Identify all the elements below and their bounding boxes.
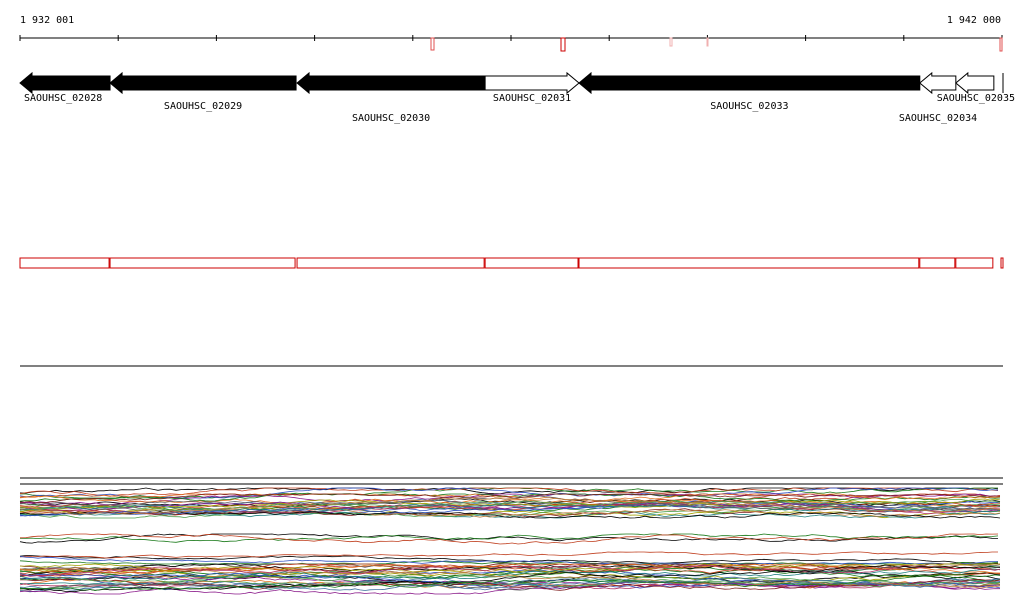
feature-outline-SAOUHSC_02033[interactable] <box>578 257 920 269</box>
gene-label-SAOUHSC_02028: SAOUHSC_02028 <box>24 93 102 104</box>
ruler-markers <box>430 37 1003 52</box>
feature-outline-SAOUHSC_02029[interactable] <box>109 257 296 269</box>
coverage-line <box>19 551 998 559</box>
feature-outline-SAOUHSC_02031[interactable] <box>484 257 579 269</box>
feature-outline-SAOUHSC_02030[interactable] <box>296 257 485 269</box>
gene-label-SAOUHSC_02033: SAOUHSC_02033 <box>710 101 788 112</box>
gene-label-SAOUHSC_02030: SAOUHSC_02030 <box>352 113 430 124</box>
gene-label-SAOUHSC_02029: SAOUHSC_02029 <box>164 101 242 112</box>
genome-browser: 1 932 001 1 942 000 SAOUHSC_02028SAOUHSC… <box>19 15 1015 595</box>
gene-label-SAOUHSC_02031: SAOUHSC_02031 <box>493 93 571 104</box>
gene-arrow-SAOUHSC_02033[interactable] <box>578 71 921 95</box>
feature-outline-edge <box>1000 257 1004 269</box>
gene-arrow-SAOUHSC_02028[interactable] <box>19 71 111 95</box>
ruler-marker <box>999 37 1003 52</box>
feature-outline-SAOUHSC_02028[interactable] <box>19 257 110 269</box>
coverage-track <box>19 477 1003 595</box>
coverage-lines <box>19 487 1001 595</box>
gene-track: SAOUHSC_02028 SAOUHSC_02029 SAOUHSC_02030 S… <box>19 71 1015 124</box>
gene-arrow-SAOUHSC_02030[interactable] <box>296 71 486 95</box>
gene-arrow-SAOUHSC_02034[interactable] <box>919 71 957 95</box>
ruler-marker <box>560 37 566 52</box>
ruler-end-label: 1 942 000 <box>947 15 1001 26</box>
ruler-marker <box>669 37 673 47</box>
ruler-start-label: 1 932 001 <box>20 15 74 26</box>
gene-label-SAOUHSC_02035: SAOUHSC_02035 <box>937 93 1015 104</box>
gene-arrow-SAOUHSC_02029[interactable] <box>109 71 297 95</box>
feature-outline-SAOUHSC_02035[interactable] <box>955 257 994 269</box>
gene-label-SAOUHSC_02034: SAOUHSC_02034 <box>899 113 977 124</box>
gene-arrow-SAOUHSC_02035[interactable] <box>955 71 995 95</box>
gene-arrow-SAOUHSC_02031[interactable] <box>484 71 580 95</box>
feature-outline-SAOUHSC_02034[interactable] <box>919 257 956 269</box>
coordinate-ruler: 1 932 001 1 942 000 <box>19 15 1003 52</box>
ruler-marker <box>706 37 709 47</box>
feature-outline-track <box>19 257 1004 269</box>
ruler-marker <box>430 37 435 51</box>
coverage-line <box>20 533 999 543</box>
coverage-line <box>19 533 999 545</box>
